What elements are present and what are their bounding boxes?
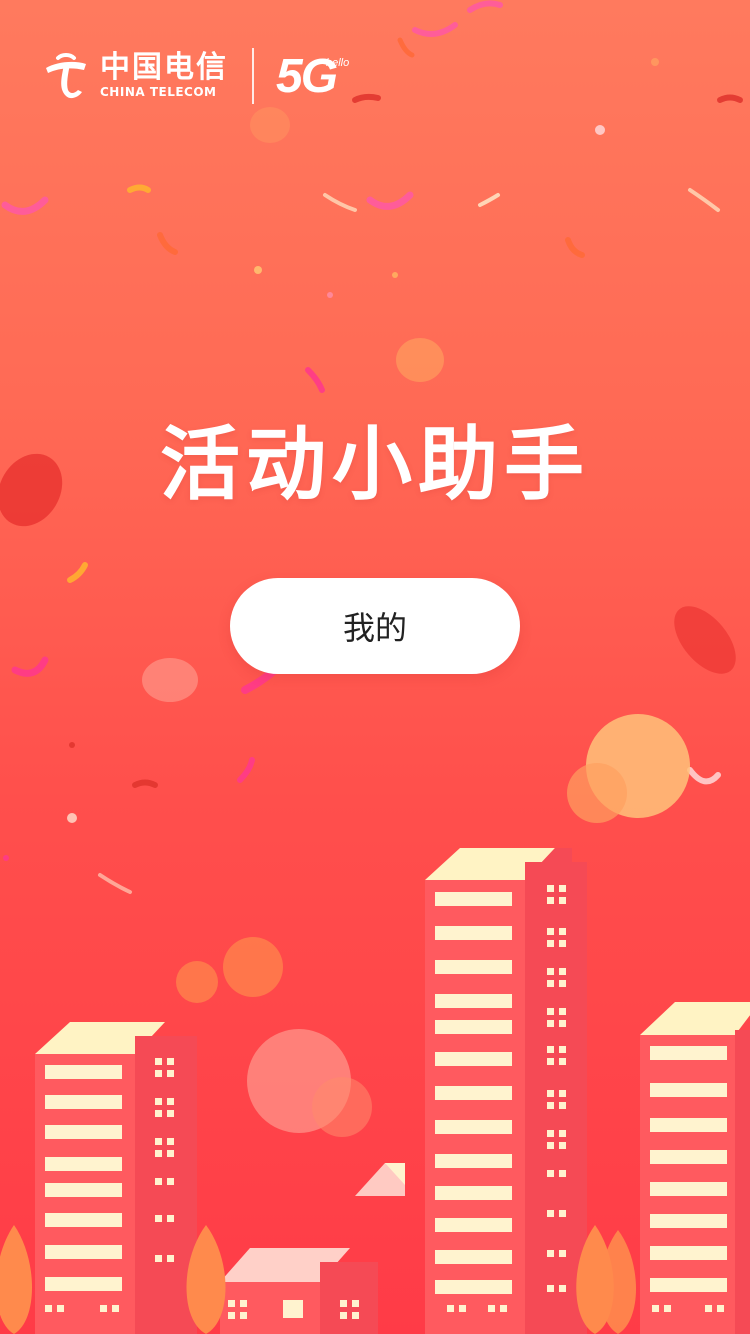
building-small	[220, 1163, 405, 1334]
brand-text: 中国电信 CHINA TELECOM	[100, 50, 228, 100]
page-title: 活动小助手	[160, 418, 590, 511]
brand-name-cn: 中国电信	[100, 50, 228, 85]
mine-button[interactable]: 我的	[230, 578, 520, 674]
brand-logo: 中国电信 CHINA TELECOM 5G hello	[40, 48, 349, 104]
building-left	[35, 1022, 197, 1334]
5g-badge: 5G hello	[276, 49, 349, 104]
brand-name-en: CHINA TELECOM	[100, 85, 217, 99]
logo-divider	[252, 48, 254, 104]
china-telecom-logo-icon	[46, 53, 86, 99]
building-right	[640, 1002, 750, 1334]
hello-tag: hello	[326, 56, 350, 69]
building-center	[425, 848, 587, 1334]
